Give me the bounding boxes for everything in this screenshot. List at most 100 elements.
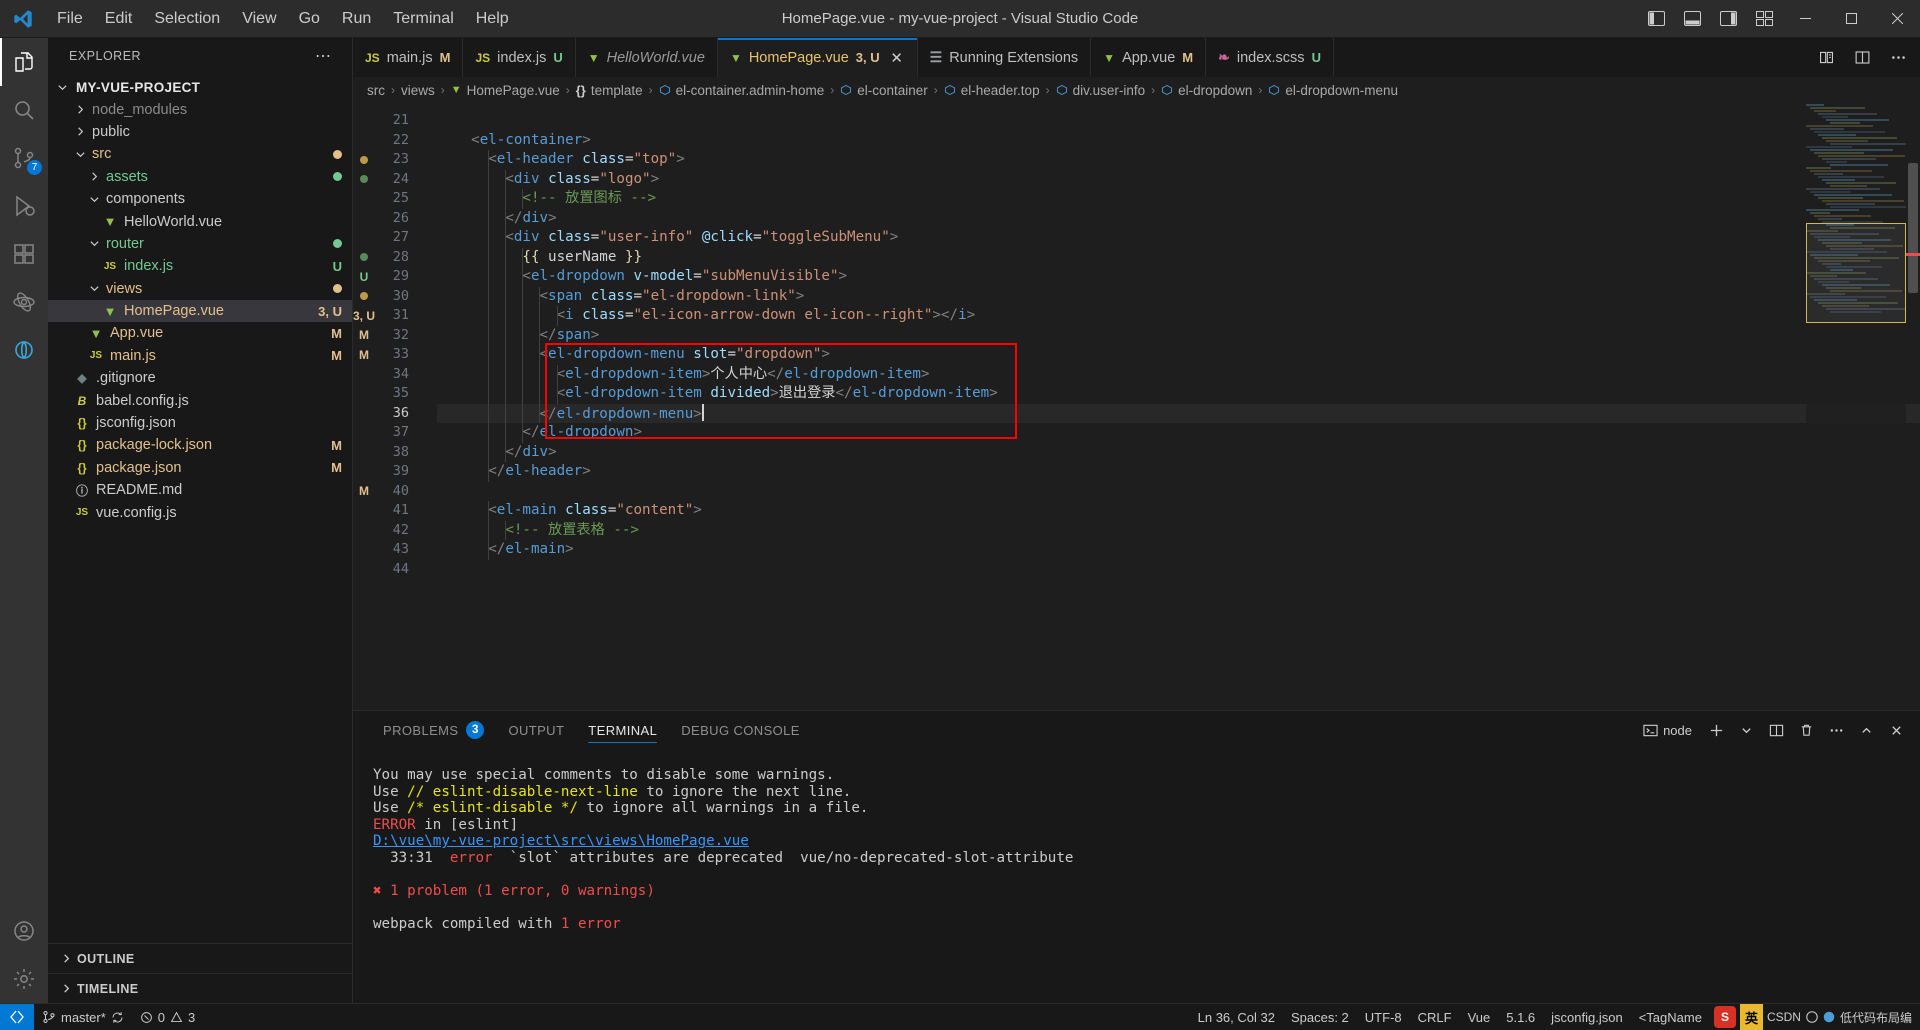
menu-edit[interactable]: Edit (94, 6, 144, 32)
tree-item-components[interactable]: components (48, 188, 352, 210)
tray-label-layout[interactable]: 低代码布局编 (1840, 1009, 1920, 1026)
activity-run-debug[interactable] (0, 182, 48, 230)
tree-item-package-json[interactable]: {} package.json M (48, 457, 352, 479)
tab-app-vue[interactable]: ▼ App.vue M (1091, 38, 1207, 77)
explorer-more-icon[interactable]: ⋯ (315, 46, 332, 66)
breadcrumb-item-el-container-admin-home[interactable]: el-container.admin-home (655, 82, 829, 99)
file-tree[interactable]: MY-VUE-PROJECT node_modules public src asset… (48, 74, 352, 943)
activity-explorer[interactable] (0, 38, 48, 86)
panel-tab-output[interactable]: OUTPUT (496, 711, 576, 749)
chevron-right-icon[interactable] (72, 126, 88, 137)
activity-atom[interactable] (0, 278, 48, 326)
tray-label-csdn[interactable]: CSDN (1763, 1010, 1805, 1024)
menu-terminal[interactable]: Terminal (382, 6, 464, 32)
code-line[interactable]: <i class="el-icon-arrow-down el-icon--ri… (437, 306, 1920, 326)
status-eol[interactable]: CRLF (1410, 1004, 1460, 1030)
activity-accounts[interactable] (0, 907, 48, 955)
activity-settings-gear-icon[interactable] (0, 955, 48, 1003)
tree-item-helloworld-vue[interactable]: ▼ HelloWorld.vue (48, 210, 352, 232)
chevron-down-icon[interactable] (86, 283, 102, 294)
status-problems[interactable]: 0 3 (132, 1004, 203, 1030)
tab-main-js[interactable]: JS main.js M (353, 38, 464, 77)
toggle-panel-icon[interactable] (1674, 0, 1710, 37)
terminal-file-link[interactable]: D:\vue\my-vue-project\src\views\HomePage… (373, 833, 749, 849)
tree-item-readme-md[interactable]: ⓘ README.md (48, 479, 352, 501)
menu-run[interactable]: Run (331, 6, 382, 32)
tree-item-jsconfig-json[interactable]: {} jsconfig.json (48, 412, 352, 434)
remote-indicator[interactable] (0, 1004, 34, 1030)
code-line[interactable]: <el-header class="top"> (437, 150, 1920, 170)
breadcrumb-item-template[interactable]: {} template (572, 82, 647, 99)
close-panel-icon[interactable] (1884, 718, 1908, 742)
split-terminal-icon[interactable] (1764, 718, 1788, 742)
code-line[interactable]: </el-dropdown> (437, 423, 1920, 443)
scrollbar-thumb[interactable] (1908, 163, 1918, 293)
chevron-down-icon[interactable] (86, 238, 102, 249)
code-line[interactable] (437, 482, 1920, 502)
breadcrumb-item-views[interactable]: views (397, 82, 439, 99)
tree-item-views[interactable]: views (48, 278, 352, 300)
code-editor[interactable]: U 3, UMMM 21 22 23 24 25 26 27 28 29 30 31 32 33 34 35 3… (353, 103, 1920, 710)
breadcrumb-item-el-dropdown[interactable]: el-dropdown (1157, 82, 1256, 99)
breadcrumb-item-el-container[interactable]: el-container (836, 82, 932, 99)
sidebar-section-timeline[interactable]: TIMELINE (48, 973, 352, 1003)
minimap[interactable] (1806, 103, 1906, 710)
tree-item-node-modules[interactable]: node_modules (48, 98, 352, 120)
code-line[interactable]: {{ userName }} (437, 247, 1920, 267)
code-line[interactable]: <el-container> (437, 131, 1920, 151)
panel-tab-terminal[interactable]: TERMINAL (576, 711, 669, 749)
code-line[interactable]: <el-dropdown v-model="subMenuVisible"> (437, 267, 1920, 287)
code-line[interactable]: <el-dropdown-menu slot="dropdown"> (437, 345, 1920, 365)
tab-running-extensions[interactable]: ☰ Running Extensions (917, 38, 1092, 77)
terminal-dropdown-icon[interactable] (1734, 718, 1758, 742)
folding-gutter[interactable] (421, 103, 437, 710)
code-line[interactable]: </el-header> (437, 462, 1920, 482)
status-encoding[interactable]: UTF-8 (1357, 1004, 1410, 1030)
tab-homepage-vue[interactable]: ▼ HomePage.vue 3, U ✕ (717, 38, 918, 77)
maximize-button[interactable] (1828, 0, 1874, 37)
toggle-primary-sidebar-icon[interactable] (1638, 0, 1674, 37)
tree-item-package-lock-json[interactable]: {} package-lock.json M (48, 434, 352, 456)
code-line[interactable]: <div class="logo"> (437, 169, 1920, 189)
status-cursor-position[interactable]: Ln 36, Col 32 (1190, 1004, 1283, 1030)
activity-extensions[interactable] (0, 230, 48, 278)
tree-item-babel-config-js[interactable]: Bbabel.config.js (48, 389, 352, 411)
editor-vertical-scrollbar[interactable] (1906, 103, 1920, 710)
tab-close-icon[interactable]: ✕ (889, 49, 905, 67)
code-line[interactable]: <div class="user-info" @click="toggleSub… (437, 228, 1920, 248)
close-button[interactable] (1874, 0, 1920, 37)
code-line[interactable]: </div> (437, 208, 1920, 228)
chevron-down-icon[interactable] (72, 149, 88, 160)
tree-root[interactable]: MY-VUE-PROJECT (48, 76, 352, 98)
tree-item-src[interactable]: src (48, 143, 352, 165)
open-changes-icon[interactable] (1850, 46, 1874, 70)
minimize-button[interactable] (1782, 0, 1828, 37)
code-line[interactable]: <!-- 放置表格 --> (437, 520, 1920, 540)
tab-index-js[interactable]: JS index.js U (463, 38, 576, 77)
activity-remote-circle[interactable] (0, 326, 48, 374)
breadcrumb-item-src[interactable]: src (363, 82, 389, 99)
menu-file[interactable]: File (46, 6, 94, 32)
activity-source-control[interactable]: 7 (0, 134, 48, 182)
panel-tab-debug-console[interactable]: DEBUG CONSOLE (669, 711, 812, 749)
tree-item-router[interactable]: router (48, 233, 352, 255)
tree-item-vue-config-js[interactable]: JS vue.config.js (48, 501, 352, 523)
tab-helloworld-vue[interactable]: ▼ HelloWorld.vue (575, 38, 718, 77)
status-language-mode[interactable]: Vue (1460, 1004, 1499, 1030)
code-line[interactable] (437, 560, 1920, 580)
chevron-right-icon[interactable] (86, 171, 102, 182)
status-jsconfig[interactable]: jsconfig.json (1543, 1004, 1631, 1030)
tree-item-homepage-vue[interactable]: ▼ HomePage.vue 3, U (48, 299, 352, 323)
breadcrumb-item-homepage-vue[interactable]: ▼ HomePage.vue (447, 82, 564, 99)
toggle-secondary-sidebar-icon[interactable] (1710, 0, 1746, 37)
code-line[interactable]: <span class="el-dropdown-link"> (437, 286, 1920, 306)
panel-tab-problems[interactable]: PROBLEMS 3 (371, 711, 496, 749)
tree-item-index-js[interactable]: JS index.js U (48, 255, 352, 277)
ime-indicator[interactable]: 英 (1739, 1004, 1763, 1030)
status-tagname[interactable]: <TagName (1631, 1004, 1710, 1030)
tray-icons[interactable] (1805, 1010, 1840, 1024)
minimap-slider[interactable] (1806, 223, 1906, 323)
sidebar-section-outline[interactable]: OUTLINE (48, 943, 352, 973)
tree-item--gitignore[interactable]: ◆ .gitignore (48, 367, 352, 389)
new-terminal-icon[interactable] (1704, 718, 1728, 742)
